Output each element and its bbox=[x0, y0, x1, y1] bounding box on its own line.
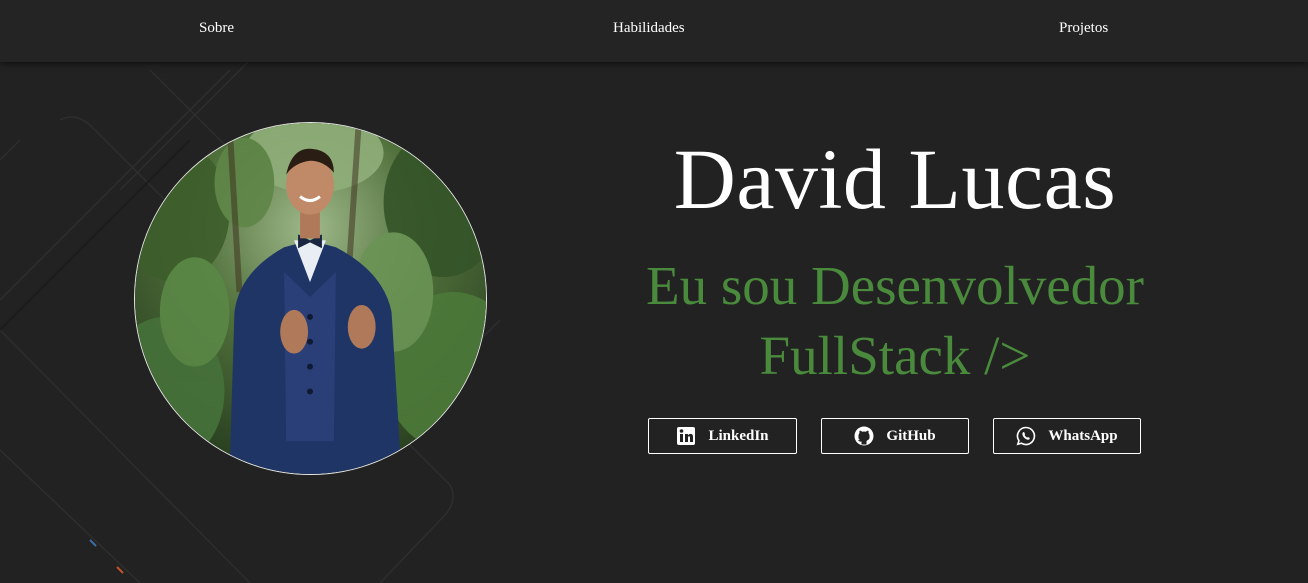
page: Sobre Habilidades Projetos David Lucas E… bbox=[0, 0, 1308, 583]
whatsapp-icon bbox=[1016, 426, 1036, 446]
hero-role-line-2: FullStack /> bbox=[759, 325, 1031, 386]
github-button[interactable]: GitHub bbox=[821, 418, 969, 454]
linkedin-icon bbox=[676, 426, 696, 446]
nav-link-habilidades[interactable]: Habilidades bbox=[613, 20, 685, 37]
hero-role-line-1: Eu sou Desenvolvedor bbox=[646, 255, 1144, 316]
hero-role: Eu sou Desenvolvedor FullStack /> bbox=[560, 251, 1230, 391]
linkedin-label: LinkedIn bbox=[708, 427, 769, 444]
hero-name: David Lucas bbox=[673, 131, 1117, 227]
hero: David Lucas Eu sou Desenvolvedor FullSta… bbox=[560, 124, 1230, 391]
github-label: GitHub bbox=[886, 427, 936, 444]
profile-photo bbox=[134, 122, 487, 475]
whatsapp-button[interactable]: WhatsApp bbox=[993, 418, 1141, 454]
whatsapp-label: WhatsApp bbox=[1048, 427, 1118, 444]
nav-link-projetos[interactable]: Projetos bbox=[1059, 20, 1108, 37]
navbar: Sobre Habilidades Projetos bbox=[0, 0, 1308, 62]
linkedin-button[interactable]: LinkedIn bbox=[648, 418, 797, 454]
github-icon bbox=[854, 426, 874, 446]
profile-photo-illustration bbox=[135, 123, 486, 474]
nav-link-sobre[interactable]: Sobre bbox=[199, 20, 234, 37]
